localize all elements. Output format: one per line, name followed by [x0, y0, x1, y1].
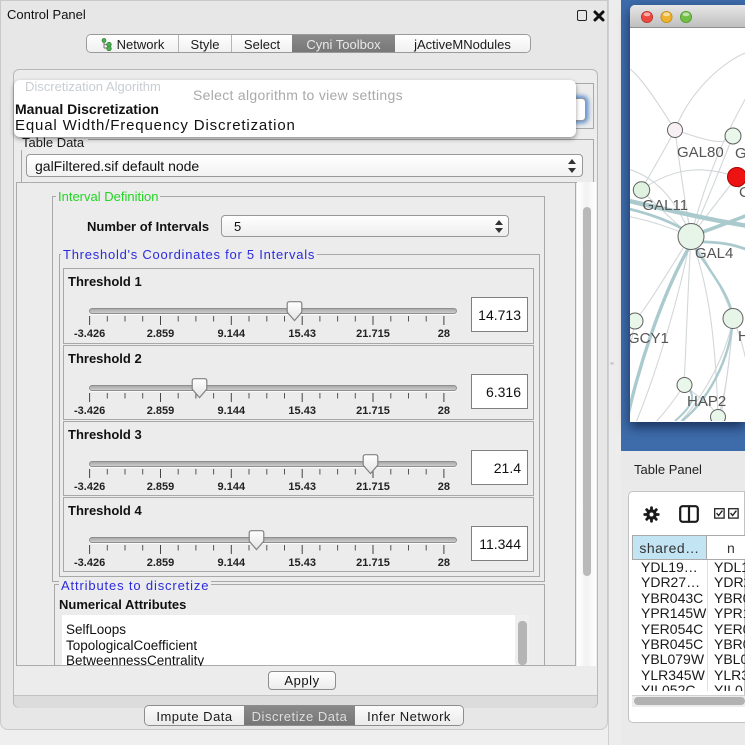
svg-text:GAL11: GAL11: [643, 197, 689, 214]
svg-text:C: C: [739, 184, 745, 201]
svg-text:GA: GA: [735, 145, 745, 162]
svg-text:HAP2: HAP2: [687, 393, 726, 410]
svg-text:GCY1: GCY1: [630, 330, 669, 347]
svg-text:GAL80: GAL80: [677, 144, 724, 161]
svg-text:GAL4: GAL4: [695, 245, 733, 262]
svg-text:H: H: [738, 328, 745, 345]
